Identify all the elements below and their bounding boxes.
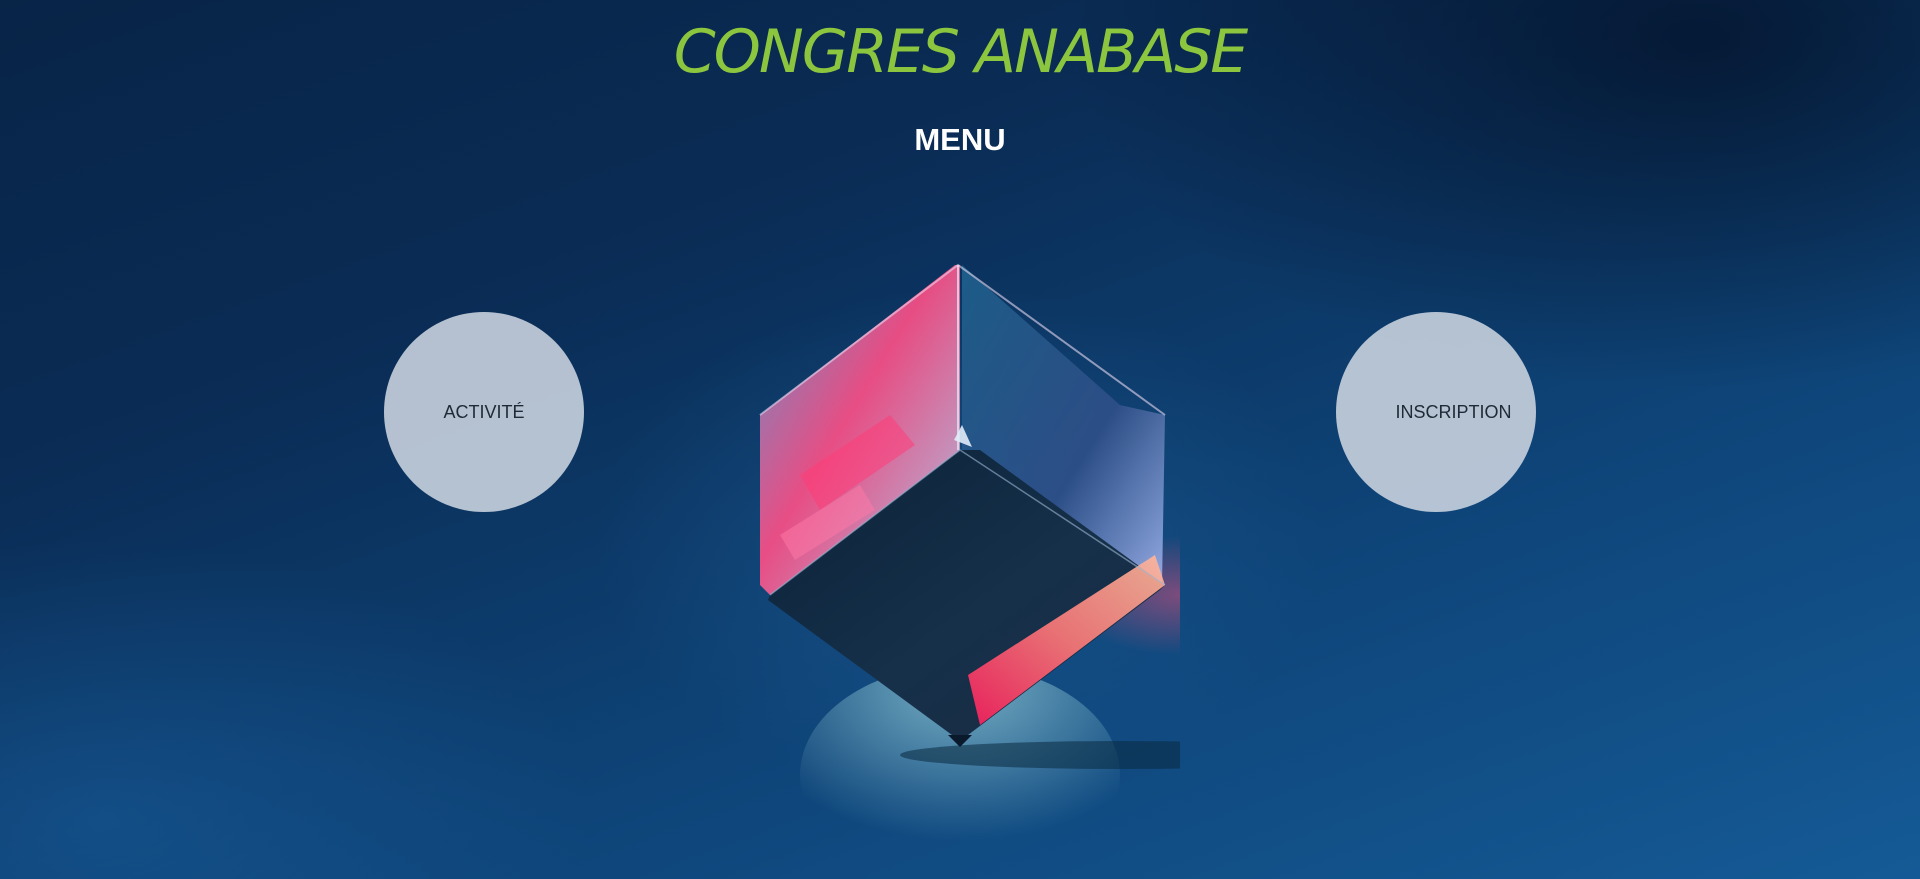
activite-label: ACTIVITÉ xyxy=(443,401,525,422)
inscription-button[interactable]: INSCRIPTION xyxy=(1336,312,1536,512)
menu-heading: MENU xyxy=(914,122,1006,157)
activite-button[interactable]: ACTIVITÉ xyxy=(384,312,584,512)
glass-cube-icon xyxy=(740,255,1180,879)
site-title: CONGRES ANABASE xyxy=(673,17,1248,87)
inscription-label: INSCRIPTION xyxy=(1395,401,1512,422)
